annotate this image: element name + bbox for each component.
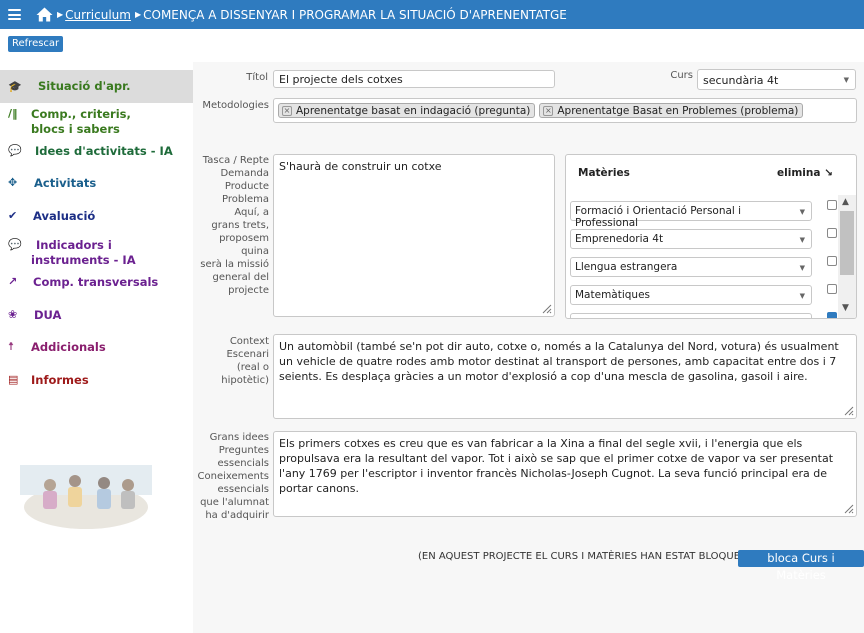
bars-icon: /‖ xyxy=(8,107,18,120)
sidebar-item-addicionals[interactable]: ☨ Addicionals xyxy=(0,340,106,355)
sidebar-item-indicadors-ia[interactable]: 💬 Indicadors i instruments - IA xyxy=(0,238,136,268)
sidebar-item-label: Addicionals xyxy=(31,340,106,354)
grans-idees-label: Grans idees Preguntes essencials Coneixeme… xyxy=(197,432,270,521)
breadcrumb-separator-icon: ▶ xyxy=(57,10,64,19)
sidebar-item-activitats[interactable]: ✥ Activitats xyxy=(0,176,96,191)
metodologia-tag[interactable]: × Aprenentatge basat en indagació (pregun… xyxy=(278,103,536,118)
scroll-up-icon[interactable]: ▲ xyxy=(842,197,849,207)
sidebar-item-competencies[interactable]: /‖ Comp., criteris, blocs i sabers xyxy=(0,107,131,137)
lock-curs-materies-button[interactable]: bloca Curs i Matèries xyxy=(738,550,864,582)
sidebar-item-label: Avaluació xyxy=(33,209,96,223)
metodologies-multiselect[interactable]: × Aprenentatge basat en indagació (pregun… xyxy=(273,98,857,123)
brain-icon: ❀ xyxy=(8,308,18,321)
top-bar: ▶ Curriculum ▶ COMENÇA A DISSENYAR I PRO… xyxy=(0,0,864,29)
curs-select[interactable]: secundària 4t ▼ xyxy=(697,69,856,90)
metodologies-label: Metodologies xyxy=(202,100,269,111)
materies-header: Matèries xyxy=(578,167,630,179)
dropdown-arrow-icon: ▼ xyxy=(799,264,805,272)
students-illustration xyxy=(20,465,152,529)
breadcrumb-separator-icon: ▶ xyxy=(134,10,142,19)
move-arrows-icon: ✥ xyxy=(8,176,18,189)
breadcrumb-curriculum-link[interactable]: Curriculum xyxy=(65,8,131,22)
locked-note: (EN AQUEST PROJECTE EL CURS I MATÈRIES H… xyxy=(418,551,766,562)
sidebar-item-label: DUA xyxy=(34,308,62,322)
chat-icon: 💬 xyxy=(8,144,22,157)
sidebar-item-label: Informes xyxy=(31,373,89,387)
resize-handle-icon[interactable] xyxy=(844,504,854,514)
dropdown-arrow-icon: ▼ xyxy=(799,292,805,300)
double-check-icon: ✔ xyxy=(8,209,18,222)
materia-delete-checkbox[interactable] xyxy=(827,200,837,210)
sidebar-item-label: Comp., criteris, blocs i sabers xyxy=(31,107,131,136)
graduation-cap-icon: 🎓 xyxy=(8,80,22,93)
sidebar-item-label: Comp. transversals xyxy=(33,275,159,289)
materia-select[interactable] xyxy=(570,313,812,318)
refresh-button[interactable]: Refrescar xyxy=(8,36,64,52)
sidebar: 🎓 Situació d'apr. /‖ Comp., criteris, blo… xyxy=(0,70,193,387)
resize-handle-icon[interactable] xyxy=(542,304,552,314)
hamburger-menu-icon[interactable] xyxy=(8,9,21,20)
context-textarea[interactable]: Un automòbil (també se'n pot dir auto, c… xyxy=(273,334,857,419)
sidebar-item-idees-ia[interactable]: 💬 Idees d'activitats - IA xyxy=(0,144,173,159)
sidebar-item-label: Situació d'apr. xyxy=(38,79,131,93)
titol-input[interactable]: El projecte dels cotxes xyxy=(273,70,555,88)
external-link-icon: ↗ xyxy=(8,275,18,288)
materia-select[interactable]: Llengua estrangera ▼ xyxy=(570,257,812,277)
materia-delete-checkbox[interactable] xyxy=(827,284,837,294)
dropdown-arrow-icon: ▼ xyxy=(799,208,805,216)
materia-select[interactable]: Matemàtiques ▼ xyxy=(570,285,812,305)
materia-delete-checkbox[interactable] xyxy=(827,228,837,238)
curs-label: Curs xyxy=(670,70,693,81)
scroll-down-icon[interactable]: ▼ xyxy=(842,303,849,313)
sidebar-item-dua[interactable]: ❀ DUA xyxy=(0,308,61,323)
metodologia-tag[interactable]: × Aprenentatge Basat en Problemes (proble… xyxy=(539,103,804,118)
sidebar-item-label: Indicadors i instruments - IA xyxy=(31,238,136,267)
titol-label: Títol xyxy=(246,72,268,83)
tasca-label: Tasca / Repte Demanda Producte Problema Aq… xyxy=(200,155,269,296)
curs-selected-value: secundària 4t xyxy=(703,74,779,87)
page-title: COMENÇA A DISSENYAR I PROGRAMAR LA SITUA… xyxy=(143,7,567,22)
elimina-header: elimina ↘ xyxy=(777,167,833,179)
chat-icon: 💬 xyxy=(8,238,22,251)
home-icon[interactable] xyxy=(36,7,53,22)
tasca-textarea[interactable]: S'haurà de construir un cotxe xyxy=(273,154,555,317)
sidebar-item-informes[interactable]: ▤ Informes xyxy=(0,373,89,388)
sidebar-item-situacio[interactable]: 🎓 Situació d'apr. xyxy=(0,70,193,103)
sidebar-item-label: Activitats xyxy=(34,176,97,190)
materia-select[interactable]: Formació i Orientació Personal i Profess… xyxy=(570,201,812,229)
materia-delete-checkbox[interactable] xyxy=(827,312,837,318)
sidebar-item-label: Idees d'activitats - IA xyxy=(35,144,173,158)
remove-tag-icon[interactable]: × xyxy=(543,105,554,116)
sidebar-item-avaluacio[interactable]: ✔ Avaluació xyxy=(0,209,95,224)
sidebar-item-comp-transversals[interactable]: ↗ Comp. transversals xyxy=(0,275,158,290)
scrollbar-thumb[interactable] xyxy=(840,211,854,275)
grans-idees-textarea[interactable]: Els primers cotxes es creu que es van fa… xyxy=(273,431,857,517)
materies-panel: Matèries elimina ↘ Formació i Orientació… xyxy=(565,154,857,319)
materia-delete-checkbox[interactable] xyxy=(827,256,837,266)
resize-handle-icon[interactable] xyxy=(844,406,854,416)
main-panel: Títol El projecte dels cotxes Curs secun… xyxy=(193,62,864,633)
dropdown-arrow-icon: ▼ xyxy=(843,76,849,84)
remove-tag-icon[interactable]: × xyxy=(282,105,292,116)
person-icon: ☨ xyxy=(8,340,14,353)
document-icon: ▤ xyxy=(8,373,19,386)
materia-select[interactable]: Emprenedoria 4t ▼ xyxy=(570,229,812,249)
materies-scrollbar[interactable]: ▲ ▼ xyxy=(838,195,856,318)
context-label: Context Escenari (real o hipotètic) xyxy=(221,336,269,386)
dropdown-arrow-icon: ▼ xyxy=(799,236,805,244)
